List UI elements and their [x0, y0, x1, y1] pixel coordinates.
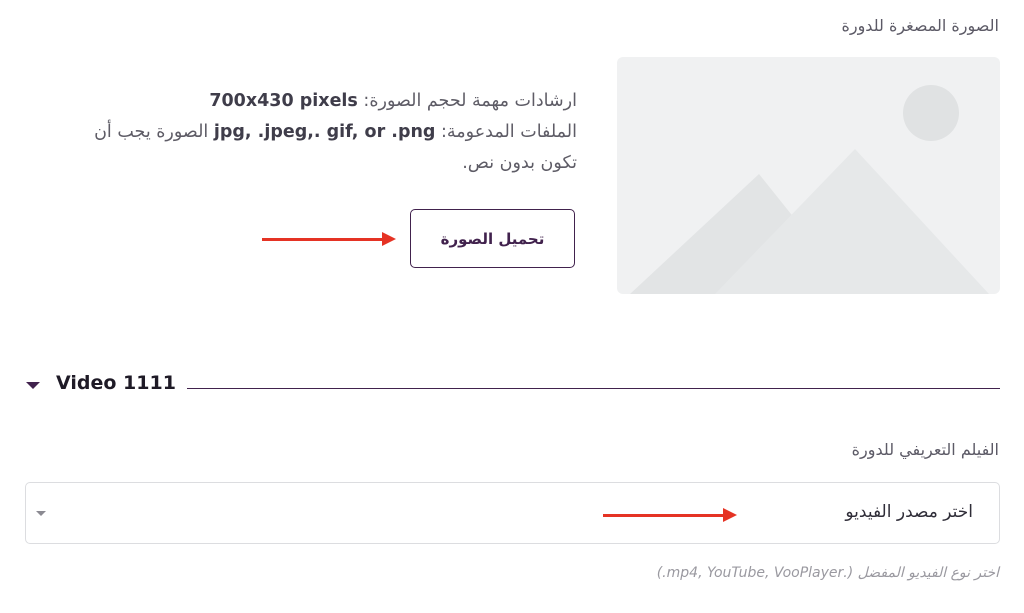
video-type-hint: اختر نوع الفيديو المفضل (.mp4, YouTube, …: [656, 565, 999, 581]
guideline-line-2: الملفات المدعومة: jpg, .jpeg,. gif, or .…: [37, 117, 577, 148]
video-source-selected-value: اختر مصدر الفيديو: [845, 502, 973, 522]
image-guidelines: ارشادات مهمة لحجم الصورة: 700x430 pixels…: [37, 86, 577, 179]
thumbnail-preview[interactable]: [617, 57, 1000, 294]
image-placeholder-icon: [630, 85, 989, 294]
thumbnail-label: الصورة المصغرة للدورة: [841, 16, 999, 35]
intro-video-label: الفيلم التعريفي للدورة: [851, 440, 999, 459]
video-section-title: Video 1111: [56, 372, 176, 394]
video-section-toggle[interactable]: Video 1111: [26, 372, 176, 394]
select-chevron-icon: [36, 511, 46, 516]
guideline-size-text: ارشادات مهمة لحجم الصورة:: [357, 91, 577, 111]
section-divider: [187, 388, 1000, 389]
annotation-arrow-icon: [603, 508, 737, 522]
guideline-line-1: ارشادات مهمة لحجم الصورة: 700x430 pixels: [37, 86, 577, 117]
guideline-size-value: 700x430 pixels: [209, 91, 358, 111]
annotation-arrow-icon: [262, 232, 396, 246]
video-source-select[interactable]: اختر مصدر الفيديو: [25, 482, 1000, 544]
guideline-formats-tail: الصورة يجب أن: [94, 122, 214, 142]
guideline-line-3: تكون بدون نص.: [462, 153, 577, 173]
upload-image-button[interactable]: تحميل الصورة: [410, 209, 575, 268]
guideline-formats-text: الملفات المدعومة:: [435, 122, 577, 142]
caret-down-icon: [26, 381, 40, 389]
guideline-formats-value: jpg, .jpeg,. gif, or .png: [213, 122, 436, 142]
